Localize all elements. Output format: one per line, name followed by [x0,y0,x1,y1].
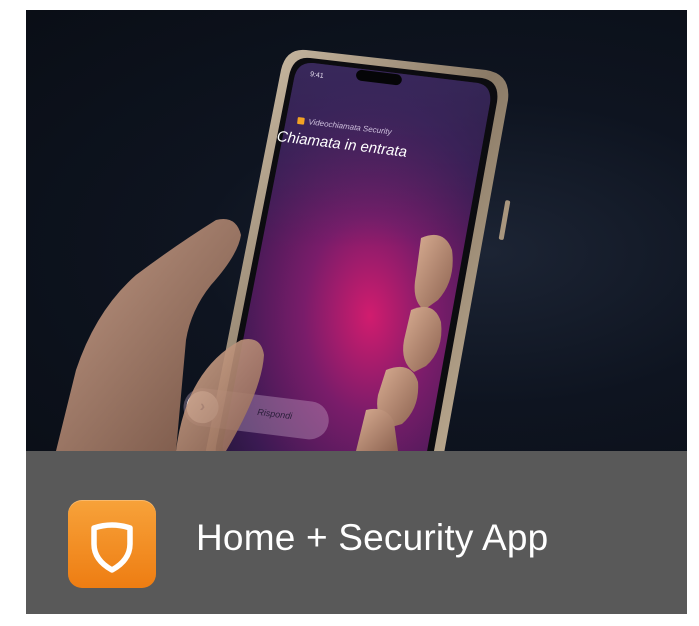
app-promo-card: 9:41 Videochiamata Security Chiamata in … [26,10,687,614]
hand-fingers [176,234,453,451]
app-footer: Home + Security App [26,451,687,614]
hero-image: 9:41 Videochiamata Security Chiamata in … [26,10,687,451]
app-icon[interactable] [68,500,156,588]
shield-icon [91,522,133,573]
app-title: Home + Security App [196,517,549,558]
